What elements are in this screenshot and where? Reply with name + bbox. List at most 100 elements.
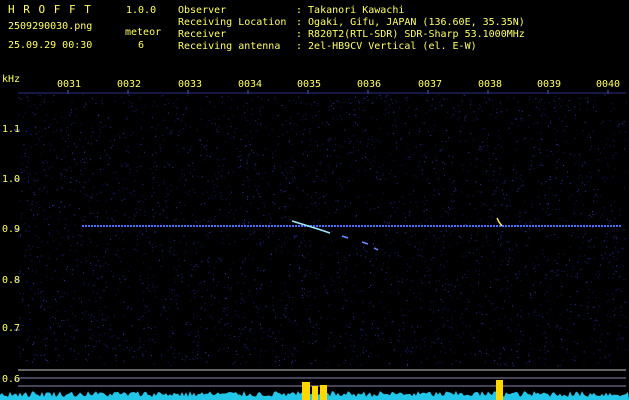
noise-pixel	[422, 201, 424, 203]
noise-pixel	[18, 97, 20, 99]
noise-pixel	[405, 219, 407, 221]
noise-pixel	[44, 209, 46, 211]
noise-pixel	[582, 130, 584, 131]
noise-pixel	[470, 353, 472, 355]
noise-pixel	[525, 244, 527, 246]
noise-pixel	[318, 328, 320, 330]
noise-pixel	[379, 166, 381, 168]
noise-pixel	[281, 172, 283, 174]
noise-pixel	[337, 271, 339, 273]
noise-pixel	[24, 152, 26, 154]
noise-pixel	[336, 100, 338, 102]
noise-pixel	[291, 354, 293, 356]
noise-pixel	[535, 257, 537, 259]
noise-pixel	[484, 128, 486, 130]
noise-pixel	[422, 339, 424, 340]
noise-pixel	[54, 119, 56, 120]
noise-pixel	[185, 191, 187, 193]
noise-pixel	[328, 337, 329, 339]
noise-pixel	[60, 174, 62, 176]
noise-pixel	[222, 170, 224, 172]
noise-pixel	[256, 288, 258, 290]
noise-pixel	[104, 183, 106, 185]
noise-pixel	[546, 116, 548, 117]
noise-pixel	[362, 109, 364, 111]
noise-pixel	[624, 131, 626, 133]
noise-pixel	[527, 361, 529, 363]
noise-pixel	[201, 296, 203, 298]
noise-pixel	[246, 120, 248, 122]
noise-pixel	[265, 234, 267, 236]
noise-pixel	[274, 167, 275, 169]
noise-pixel	[537, 122, 539, 124]
noise-pixel	[607, 218, 609, 220]
noise-pixel	[419, 131, 421, 133]
noise-pixel	[516, 190, 518, 192]
noise-pixel	[371, 144, 373, 146]
noise-pixel	[556, 325, 558, 327]
noise-pixel	[47, 167, 49, 169]
noise-pixel	[457, 334, 459, 336]
noise-pixel	[227, 307, 229, 308]
noise-pixel	[336, 165, 338, 167]
noise-pixel	[206, 96, 208, 97]
noise-pixel	[294, 176, 296, 178]
noise-pixel	[580, 304, 582, 306]
noise-pixel	[587, 97, 589, 99]
noise-pixel	[393, 110, 395, 112]
noise-pixel	[284, 282, 286, 284]
noise-pixel	[385, 278, 386, 280]
noise-pixel	[285, 237, 287, 239]
noise-pixel	[218, 301, 220, 303]
freq-label: 1.0	[2, 174, 21, 185]
noise-pixel	[380, 212, 382, 214]
noise-pixel	[165, 298, 167, 300]
noise-pixel	[516, 350, 518, 352]
noise-pixel	[103, 343, 105, 345]
noise-pixel	[71, 109, 72, 111]
noise-pixel	[134, 110, 136, 112]
noise-pixel	[582, 236, 584, 238]
noise-pixel	[592, 131, 594, 132]
noise-pixel	[401, 281, 403, 283]
noise-pixel	[297, 113, 299, 115]
noise-pixel	[609, 316, 611, 317]
noise-pixel	[401, 164, 403, 166]
noise-pixel	[625, 326, 627, 328]
noise-pixel	[176, 294, 178, 296]
noise-pixel	[82, 312, 83, 313]
noise-pixel	[230, 209, 232, 211]
noise-pixel	[615, 152, 617, 154]
noise-pixel	[470, 237, 472, 239]
noise-pixel	[56, 155, 58, 157]
noise-pixel	[28, 245, 30, 247]
noise-pixel	[500, 242, 502, 244]
noise-pixel	[299, 267, 301, 269]
noise-pixel	[26, 339, 28, 341]
noise-pixel	[43, 144, 45, 146]
noise-pixel	[270, 258, 272, 260]
noise-pixel	[546, 342, 548, 343]
noise-pixel	[506, 253, 508, 255]
noise-pixel	[30, 288, 32, 290]
noise-pixel	[330, 332, 332, 334]
noise-pixel	[236, 353, 238, 355]
noise-pixel	[30, 134, 32, 136]
noise-pixel	[176, 98, 178, 100]
noise-pixel	[428, 308, 430, 310]
noise-pixel	[82, 240, 84, 242]
noise-pixel	[262, 154, 264, 156]
noise-pixel	[20, 217, 22, 219]
noise-pixel	[306, 207, 308, 209]
noise-pixel	[163, 307, 165, 309]
noise-pixel	[79, 139, 81, 141]
noise-pixel	[115, 347, 117, 349]
noise-pixel	[71, 273, 73, 275]
noise-pixel	[314, 202, 316, 204]
noise-pixel	[304, 245, 306, 247]
noise-pixel	[568, 106, 569, 108]
noise-pixel	[541, 138, 543, 140]
noise-pixel	[106, 286, 108, 288]
noise-pixel	[601, 334, 602, 336]
noise-pixel	[476, 260, 478, 262]
